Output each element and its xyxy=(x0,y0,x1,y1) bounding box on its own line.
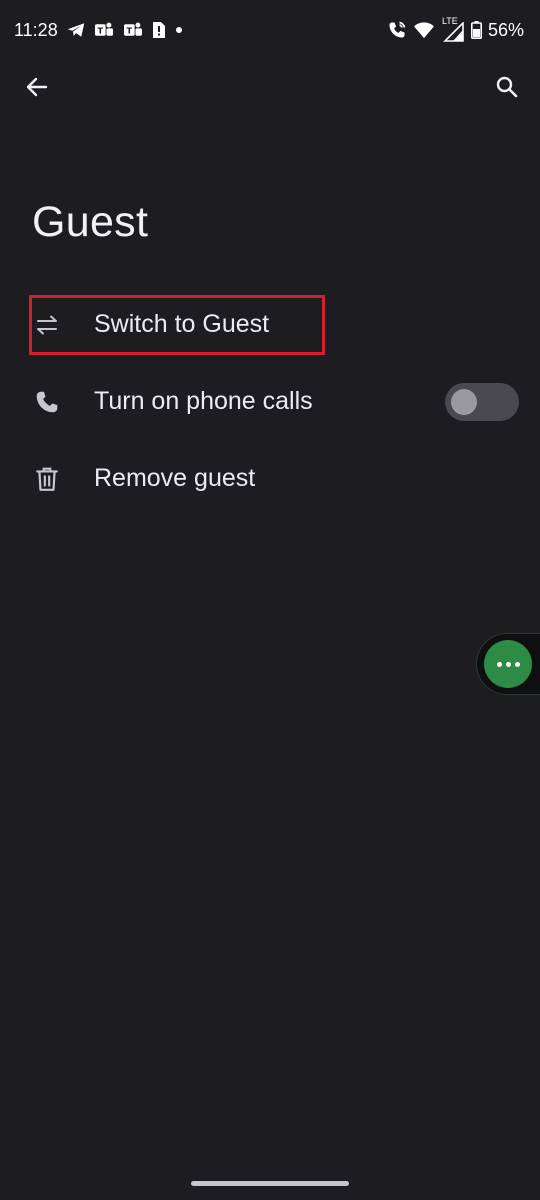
swap-arrows-icon xyxy=(32,310,62,340)
back-button[interactable] xyxy=(16,66,58,108)
telegram-icon xyxy=(67,22,85,38)
dot-icon xyxy=(175,26,183,34)
floating-more-button[interactable] xyxy=(484,640,532,688)
svg-text:T: T xyxy=(126,25,132,35)
more-dot xyxy=(505,661,511,667)
status-time: 11:28 xyxy=(14,19,58,40)
switch-to-guest-item[interactable]: Switch to Guest xyxy=(0,286,540,363)
toggle-thumb xyxy=(451,389,477,415)
battery-percent: 56% xyxy=(487,19,524,40)
phone-calls-item[interactable]: Turn on phone calls xyxy=(0,363,540,440)
switch-to-guest-label: Switch to Guest xyxy=(94,310,270,338)
remove-guest-label: Remove guest xyxy=(94,464,256,492)
teams-icon: T xyxy=(94,21,114,39)
status-right: LTE 56% xyxy=(387,16,524,42)
more-dot xyxy=(514,661,520,667)
app-bar xyxy=(0,60,540,116)
arrow-left-icon xyxy=(26,77,48,97)
phone-calls-toggle[interactable] xyxy=(445,383,519,421)
svg-text:T: T xyxy=(97,25,103,35)
wifi-calling-icon xyxy=(387,20,407,40)
status-bar: 11:28 T T LTE 56% xyxy=(0,0,540,60)
search-button[interactable] xyxy=(486,66,528,108)
status-left: 11:28 T T xyxy=(14,20,183,41)
wifi-icon xyxy=(413,21,435,39)
phone-calls-label: Turn on phone calls xyxy=(94,387,313,415)
teams-icon: T xyxy=(123,21,143,39)
more-dots-icon xyxy=(496,661,502,667)
search-icon xyxy=(496,76,518,98)
remove-guest-item[interactable]: Remove guest xyxy=(0,440,540,517)
page-title: Guest xyxy=(32,198,149,246)
signal-lte-icon: LTE xyxy=(441,16,465,42)
battery-icon xyxy=(470,21,482,39)
settings-list: Switch to Guest Turn on phone calls Remo… xyxy=(0,286,540,517)
sim-alert-icon xyxy=(152,21,166,39)
phone-icon xyxy=(32,387,62,417)
gesture-nav-handle[interactable] xyxy=(191,1181,349,1186)
trash-icon xyxy=(32,464,62,494)
